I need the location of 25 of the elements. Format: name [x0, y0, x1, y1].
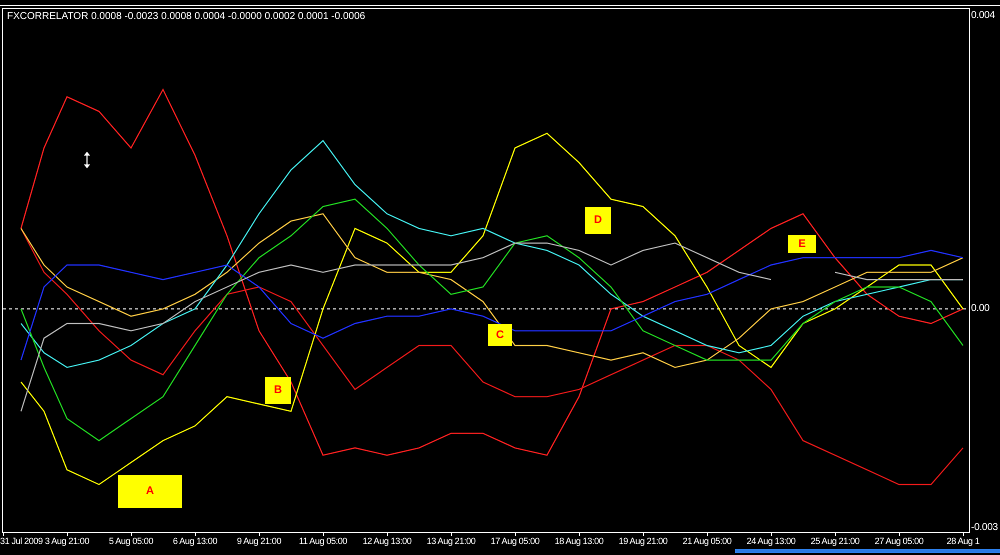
x-axis-label: 3 Aug 21:00	[44, 537, 90, 546]
x-axis-label: 19 Aug 21:00	[618, 537, 668, 546]
x-axis-label: 18 Aug 13:00	[554, 537, 604, 546]
x-axis-label: 24 Aug 13:00	[746, 537, 796, 546]
x-axis-label: 5 Aug 05:00	[108, 537, 154, 546]
x-axis-label: 12 Aug 13:00	[362, 537, 412, 546]
marker-label: E	[788, 235, 816, 253]
x-axis-label: 11 Aug 05:00	[298, 537, 348, 546]
x-axis-label: 27 Aug 05:00	[874, 537, 924, 546]
indicator-label: FXCORRELATOR 0.0008 -0.0023 0.0008 0.0004 -0.0000 0.0002 0.0001 -0.0006	[7, 12, 366, 22]
x-axis-label: 9 Aug 21:00	[236, 537, 282, 546]
x-axis-label: 28 Aug 1	[946, 537, 980, 546]
marker-label: B	[265, 377, 291, 404]
x-axis-label: 21 Aug 05:00	[682, 537, 732, 546]
marker-label: A	[118, 475, 182, 508]
y-axis-label: -0.003	[971, 523, 998, 534]
x-axis-label: 6 Aug 13:00	[172, 537, 218, 546]
marker-label: C	[488, 324, 512, 346]
y-axis-label: 0.004	[971, 11, 995, 22]
y-axis-label: 0.00	[971, 304, 990, 314]
x-axis-label: 13 Aug 21:00	[426, 537, 476, 546]
x-axis-label: 25 Aug 21:00	[810, 537, 860, 546]
x-axis-label: 17 Aug 05:00	[490, 537, 540, 546]
x-axis-label: 31 Jul 2009	[0, 537, 43, 546]
marker-label: D	[585, 207, 611, 234]
